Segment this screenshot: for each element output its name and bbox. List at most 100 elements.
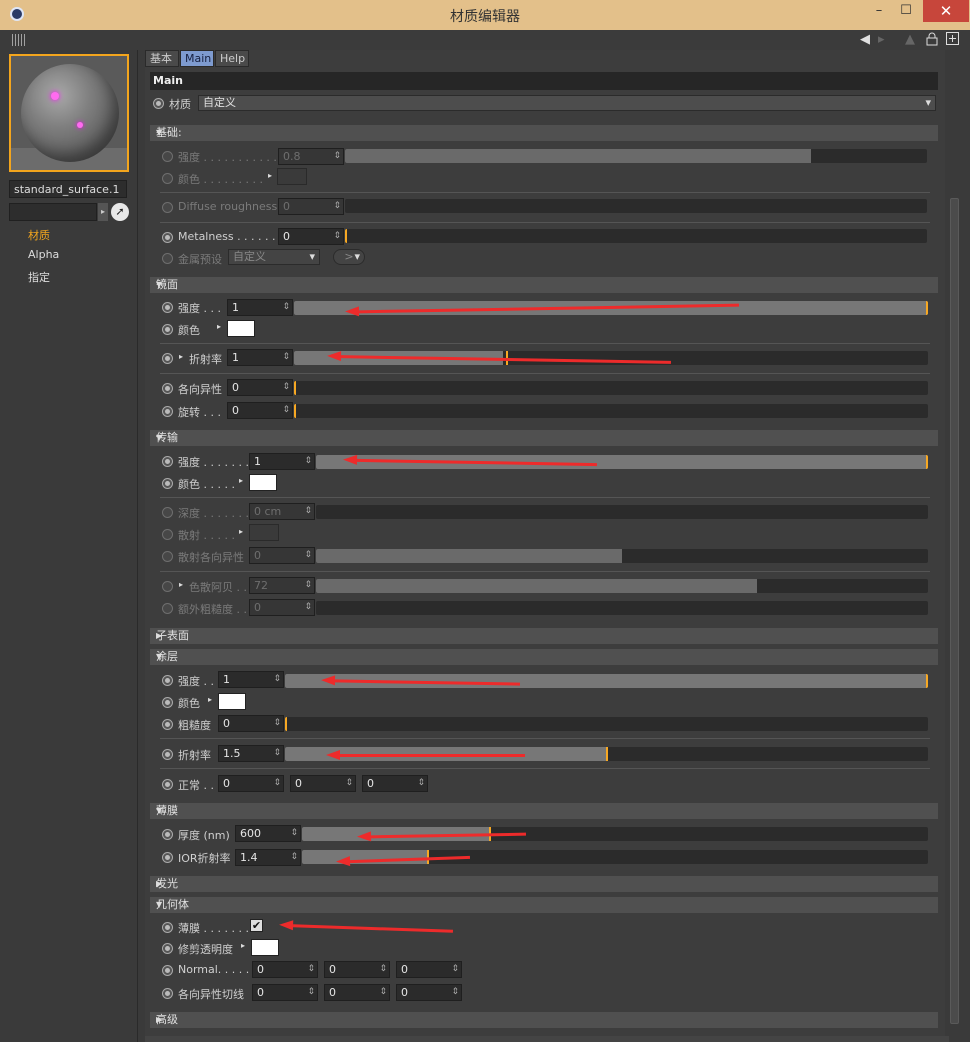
radio[interactable] bbox=[162, 965, 173, 976]
section-transmission[interactable]: ▼ 传输 bbox=[150, 430, 938, 446]
radio[interactable] bbox=[162, 852, 173, 863]
expand-triangle-icon[interactable]: ▸ bbox=[268, 171, 272, 180]
base-intensity-slider[interactable] bbox=[345, 149, 927, 163]
radio[interactable] bbox=[162, 529, 173, 540]
coat-roughness-slider[interactable] bbox=[285, 717, 928, 731]
coat-color-swatch[interactable] bbox=[218, 693, 246, 710]
nav-item-assign[interactable]: 指定 bbox=[28, 269, 50, 285]
material-name-field[interactable]: standard_surface.1 bbox=[9, 180, 127, 198]
minimize-button[interactable]: – bbox=[865, 0, 893, 22]
radio[interactable] bbox=[162, 675, 173, 686]
spec-anisotropy-slider[interactable] bbox=[294, 381, 928, 395]
tab-basic[interactable]: 基本 bbox=[145, 50, 179, 67]
metal-preset-button[interactable]: > bbox=[333, 249, 365, 265]
dispersion-slider[interactable] bbox=[316, 579, 928, 593]
lock-icon[interactable] bbox=[926, 32, 938, 48]
radio[interactable] bbox=[162, 302, 173, 313]
radio[interactable] bbox=[162, 232, 173, 243]
trans-scatter-swatch[interactable] bbox=[249, 524, 279, 541]
material-preview[interactable] bbox=[9, 54, 129, 172]
spec-color-swatch[interactable] bbox=[227, 320, 255, 337]
expand-triangle-icon[interactable]: ▸ bbox=[239, 527, 243, 536]
up-arrow-icon[interactable]: ▲ bbox=[905, 32, 915, 48]
radio[interactable] bbox=[162, 697, 173, 708]
expand-triangle-icon[interactable]: ▸ bbox=[179, 580, 183, 589]
radio[interactable] bbox=[162, 719, 173, 730]
scatter-anisotropy-slider[interactable] bbox=[316, 549, 928, 563]
thinfilm-thickness-input[interactable]: 600 bbox=[235, 825, 301, 842]
radio[interactable] bbox=[162, 749, 173, 760]
nav-item-alpha[interactable]: Alpha bbox=[28, 248, 59, 261]
thin-walled-checkbox[interactable]: ✔ bbox=[250, 919, 263, 932]
radio[interactable] bbox=[162, 507, 173, 518]
coat-normal-x-input[interactable]: 0 bbox=[218, 775, 284, 792]
expand-triangle-icon[interactable]: ▸ bbox=[208, 695, 212, 704]
radio[interactable] bbox=[162, 988, 173, 999]
spec-ior-input[interactable]: 1 bbox=[227, 349, 293, 366]
radio[interactable] bbox=[162, 202, 173, 213]
grip-icon[interactable] bbox=[12, 34, 26, 46]
radio[interactable] bbox=[162, 603, 173, 614]
tab-main[interactable]: Main bbox=[180, 50, 214, 67]
cutout-opacity-swatch[interactable] bbox=[251, 939, 279, 956]
spec-anisotropy-input[interactable]: 0 bbox=[227, 379, 293, 396]
diffuse-roughness-input[interactable]: 0 bbox=[278, 198, 344, 215]
radio[interactable] bbox=[162, 456, 173, 467]
coat-normal-z-input[interactable]: 0 bbox=[362, 775, 428, 792]
layer-field[interactable] bbox=[9, 203, 97, 221]
coat-roughness-input[interactable]: 0 bbox=[218, 715, 284, 732]
section-advanced[interactable]: ▶ 高级 bbox=[150, 1012, 938, 1028]
extra-roughness-slider[interactable] bbox=[316, 601, 928, 615]
close-button[interactable]: ✕ bbox=[923, 0, 969, 22]
radio[interactable] bbox=[162, 922, 173, 933]
radio[interactable] bbox=[162, 353, 173, 364]
pick-cursor-icon[interactable]: ➚ bbox=[111, 203, 129, 221]
radio[interactable] bbox=[162, 943, 173, 954]
radio[interactable] bbox=[162, 253, 173, 264]
metalness-input[interactable]: 0 bbox=[278, 228, 344, 245]
nav-item-material[interactable]: 材质 bbox=[28, 227, 50, 243]
coat-intensity-input[interactable]: 1 bbox=[218, 671, 284, 688]
tab-help[interactable]: Help bbox=[215, 50, 249, 67]
aniso-tangent-y-input[interactable]: 0 bbox=[324, 984, 390, 1001]
trans-depth-input[interactable]: 0 cm bbox=[249, 503, 315, 520]
expand-triangle-icon[interactable]: ▸ bbox=[239, 476, 243, 485]
spec-rotation-slider[interactable] bbox=[294, 404, 928, 418]
radio[interactable] bbox=[162, 383, 173, 394]
radio[interactable] bbox=[162, 478, 173, 489]
radio[interactable] bbox=[162, 779, 173, 790]
thinfilm-ior-slider[interactable] bbox=[302, 850, 928, 864]
section-emission[interactable]: ▶ 发光 bbox=[150, 876, 938, 892]
metal-preset-dropdown[interactable]: 自定义 bbox=[228, 249, 320, 265]
dispersion-input[interactable]: 72 bbox=[249, 577, 315, 594]
vertical-scrollbar[interactable] bbox=[949, 50, 961, 1036]
section-base[interactable]: ▼ 基础: bbox=[150, 125, 938, 141]
diffuse-roughness-slider[interactable] bbox=[345, 199, 927, 213]
spec-intensity-input[interactable]: 1 bbox=[227, 299, 293, 316]
forward-arrow-icon[interactable]: ▸ bbox=[878, 32, 885, 48]
extra-roughness-input[interactable]: 0 bbox=[249, 599, 315, 616]
aniso-tangent-x-input[interactable]: 0 bbox=[252, 984, 318, 1001]
section-thinfilm[interactable]: ▼ 薄膜 bbox=[150, 803, 938, 819]
dropdown-arrow-icon[interactable]: ▸ bbox=[98, 203, 108, 221]
section-coat[interactable]: ▼ 涂层 bbox=[150, 649, 938, 665]
radio[interactable] bbox=[162, 406, 173, 417]
radio[interactable] bbox=[162, 173, 173, 184]
maximize-button[interactable]: ☐ bbox=[892, 0, 920, 22]
scatter-anisotropy-input[interactable]: 0 bbox=[249, 547, 315, 564]
geometry-normal-z-input[interactable]: 0 bbox=[396, 961, 462, 978]
coat-ior-input[interactable]: 1.5 bbox=[218, 745, 284, 762]
section-specular[interactable]: ▼ 镜面 bbox=[150, 277, 938, 293]
back-arrow-icon[interactable]: ◀ bbox=[860, 32, 870, 48]
section-subsurface[interactable]: ▶ 子表面 bbox=[150, 628, 938, 644]
trans-intensity-input[interactable]: 1 bbox=[249, 453, 315, 470]
radio[interactable] bbox=[162, 151, 173, 162]
aniso-tangent-z-input[interactable]: 0 bbox=[396, 984, 462, 1001]
material-radio[interactable] bbox=[153, 98, 164, 109]
trans-depth-slider[interactable] bbox=[316, 505, 928, 519]
radio[interactable] bbox=[162, 829, 173, 840]
new-panel-icon[interactable] bbox=[946, 32, 959, 48]
scrollbar-thumb[interactable] bbox=[950, 198, 959, 1024]
expand-triangle-icon[interactable]: ▸ bbox=[217, 322, 221, 331]
horizontal-scrollbar[interactable] bbox=[145, 1036, 949, 1042]
